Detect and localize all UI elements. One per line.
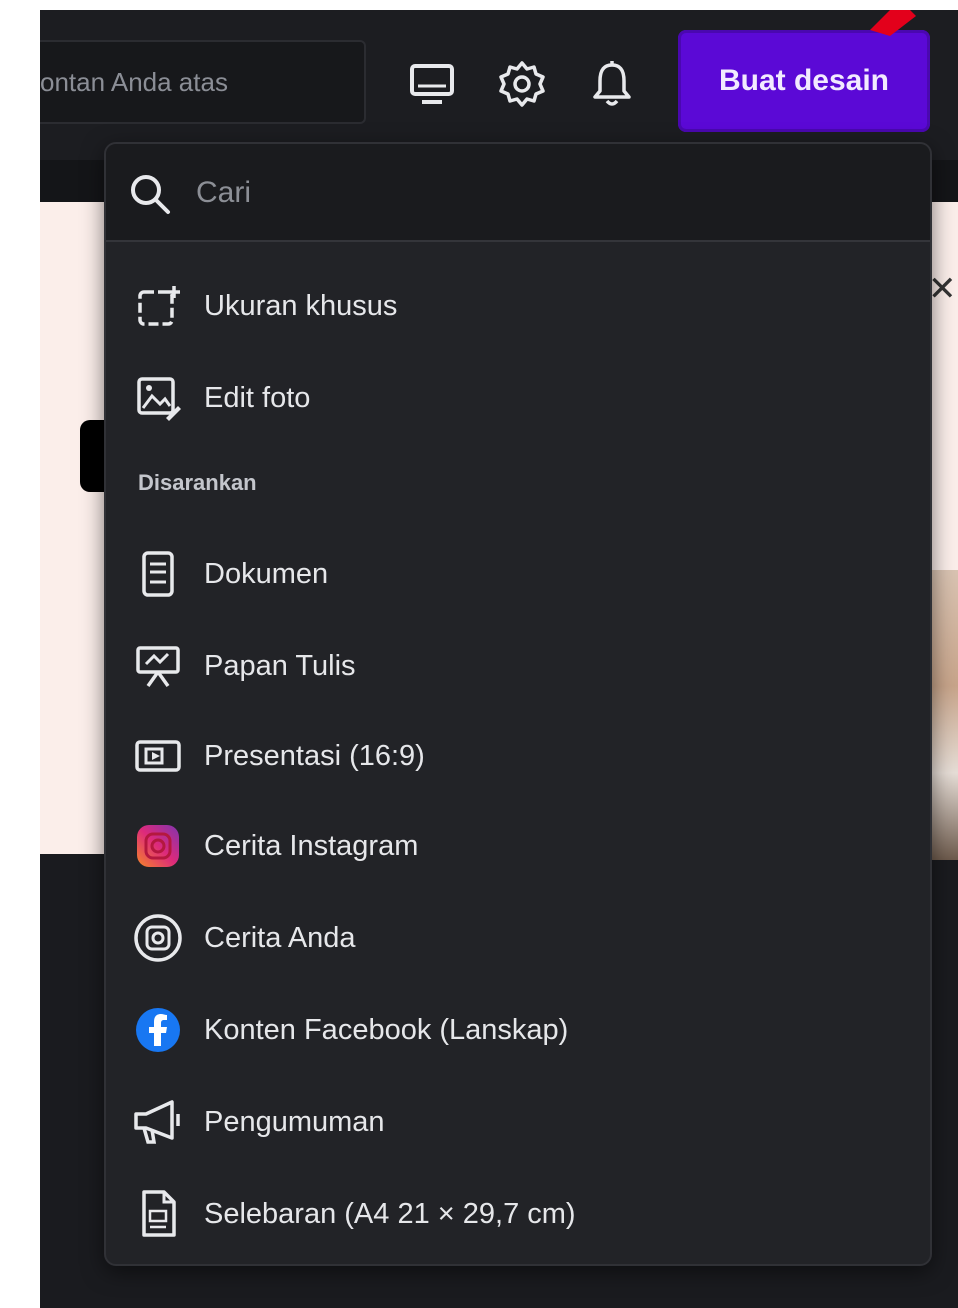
menu-item-label: Edit foto	[204, 381, 311, 414]
background-photo	[930, 570, 958, 860]
menu-item-presentation[interactable]: Presentasi (16:9)	[106, 716, 930, 796]
custom-size-icon	[132, 280, 184, 332]
menu-item-announcement[interactable]: Pengumuman	[106, 1082, 930, 1162]
facebook-icon	[132, 1004, 184, 1056]
search-icon	[128, 172, 172, 221]
presentation-icon	[132, 730, 184, 782]
bell-icon[interactable]	[584, 56, 640, 112]
menu-item-facebook-landscape[interactable]: Konten Facebook (Lanskap)	[106, 990, 930, 1070]
document-icon	[132, 548, 184, 600]
dropdown-search-input[interactable]	[194, 162, 878, 224]
menu-item-your-story[interactable]: Cerita Anda	[106, 898, 930, 978]
monitor-icon[interactable]	[404, 56, 460, 112]
menu-item-custom-size[interactable]: Ukuran khusus	[106, 266, 930, 346]
menu-item-flyer[interactable]: Selebaran (A4 21 × 29,7 cm)	[106, 1174, 930, 1254]
create-design-button[interactable]: Buat desain	[678, 30, 930, 132]
menu-item-label: Dokumen	[204, 557, 329, 590]
app-window: Buat desain ✕	[40, 10, 958, 1308]
section-label-suggested: Disarankan	[138, 470, 257, 495]
menu-item-label: Konten Facebook (Lanskap)	[204, 1013, 569, 1046]
dropdown-search[interactable]	[106, 144, 930, 242]
menu-item-label: Selebaran (A4 21 × 29,7 cm)	[204, 1197, 576, 1230]
megaphone-icon	[132, 1096, 184, 1148]
create-design-dropdown: Ukuran khusus Edit foto Disarankan	[104, 142, 932, 1266]
red-arrow-icon	[870, 10, 916, 36]
menu-item-label: Cerita Instagram	[204, 829, 419, 862]
main-search-input[interactable]	[40, 42, 364, 122]
menu-item-edit-photo[interactable]: Edit foto	[106, 358, 930, 438]
close-icon[interactable]: ✕	[928, 272, 957, 306]
top-bar: Buat desain	[40, 10, 958, 160]
menu-item-whiteboard[interactable]: Papan Tulis	[106, 626, 930, 706]
main-search-box[interactable]	[40, 40, 366, 124]
menu-item-document[interactable]: Dokumen	[106, 534, 930, 614]
edit-photo-icon	[132, 372, 184, 424]
menu-item-label: Cerita Anda	[204, 921, 356, 954]
menu-item-label: Papan Tulis	[204, 649, 356, 682]
menu-item-label: Pengumuman	[204, 1105, 385, 1138]
menu-item-label: Presentasi (16:9)	[204, 739, 425, 772]
gear-icon[interactable]	[494, 56, 550, 112]
flyer-icon	[132, 1188, 184, 1240]
instagram-icon	[132, 820, 184, 872]
your-story-icon	[132, 912, 184, 964]
menu-item-instagram-story[interactable]: Cerita Instagram	[106, 806, 930, 886]
menu-item-label: Ukuran khusus	[204, 289, 398, 322]
whiteboard-icon	[132, 640, 184, 692]
